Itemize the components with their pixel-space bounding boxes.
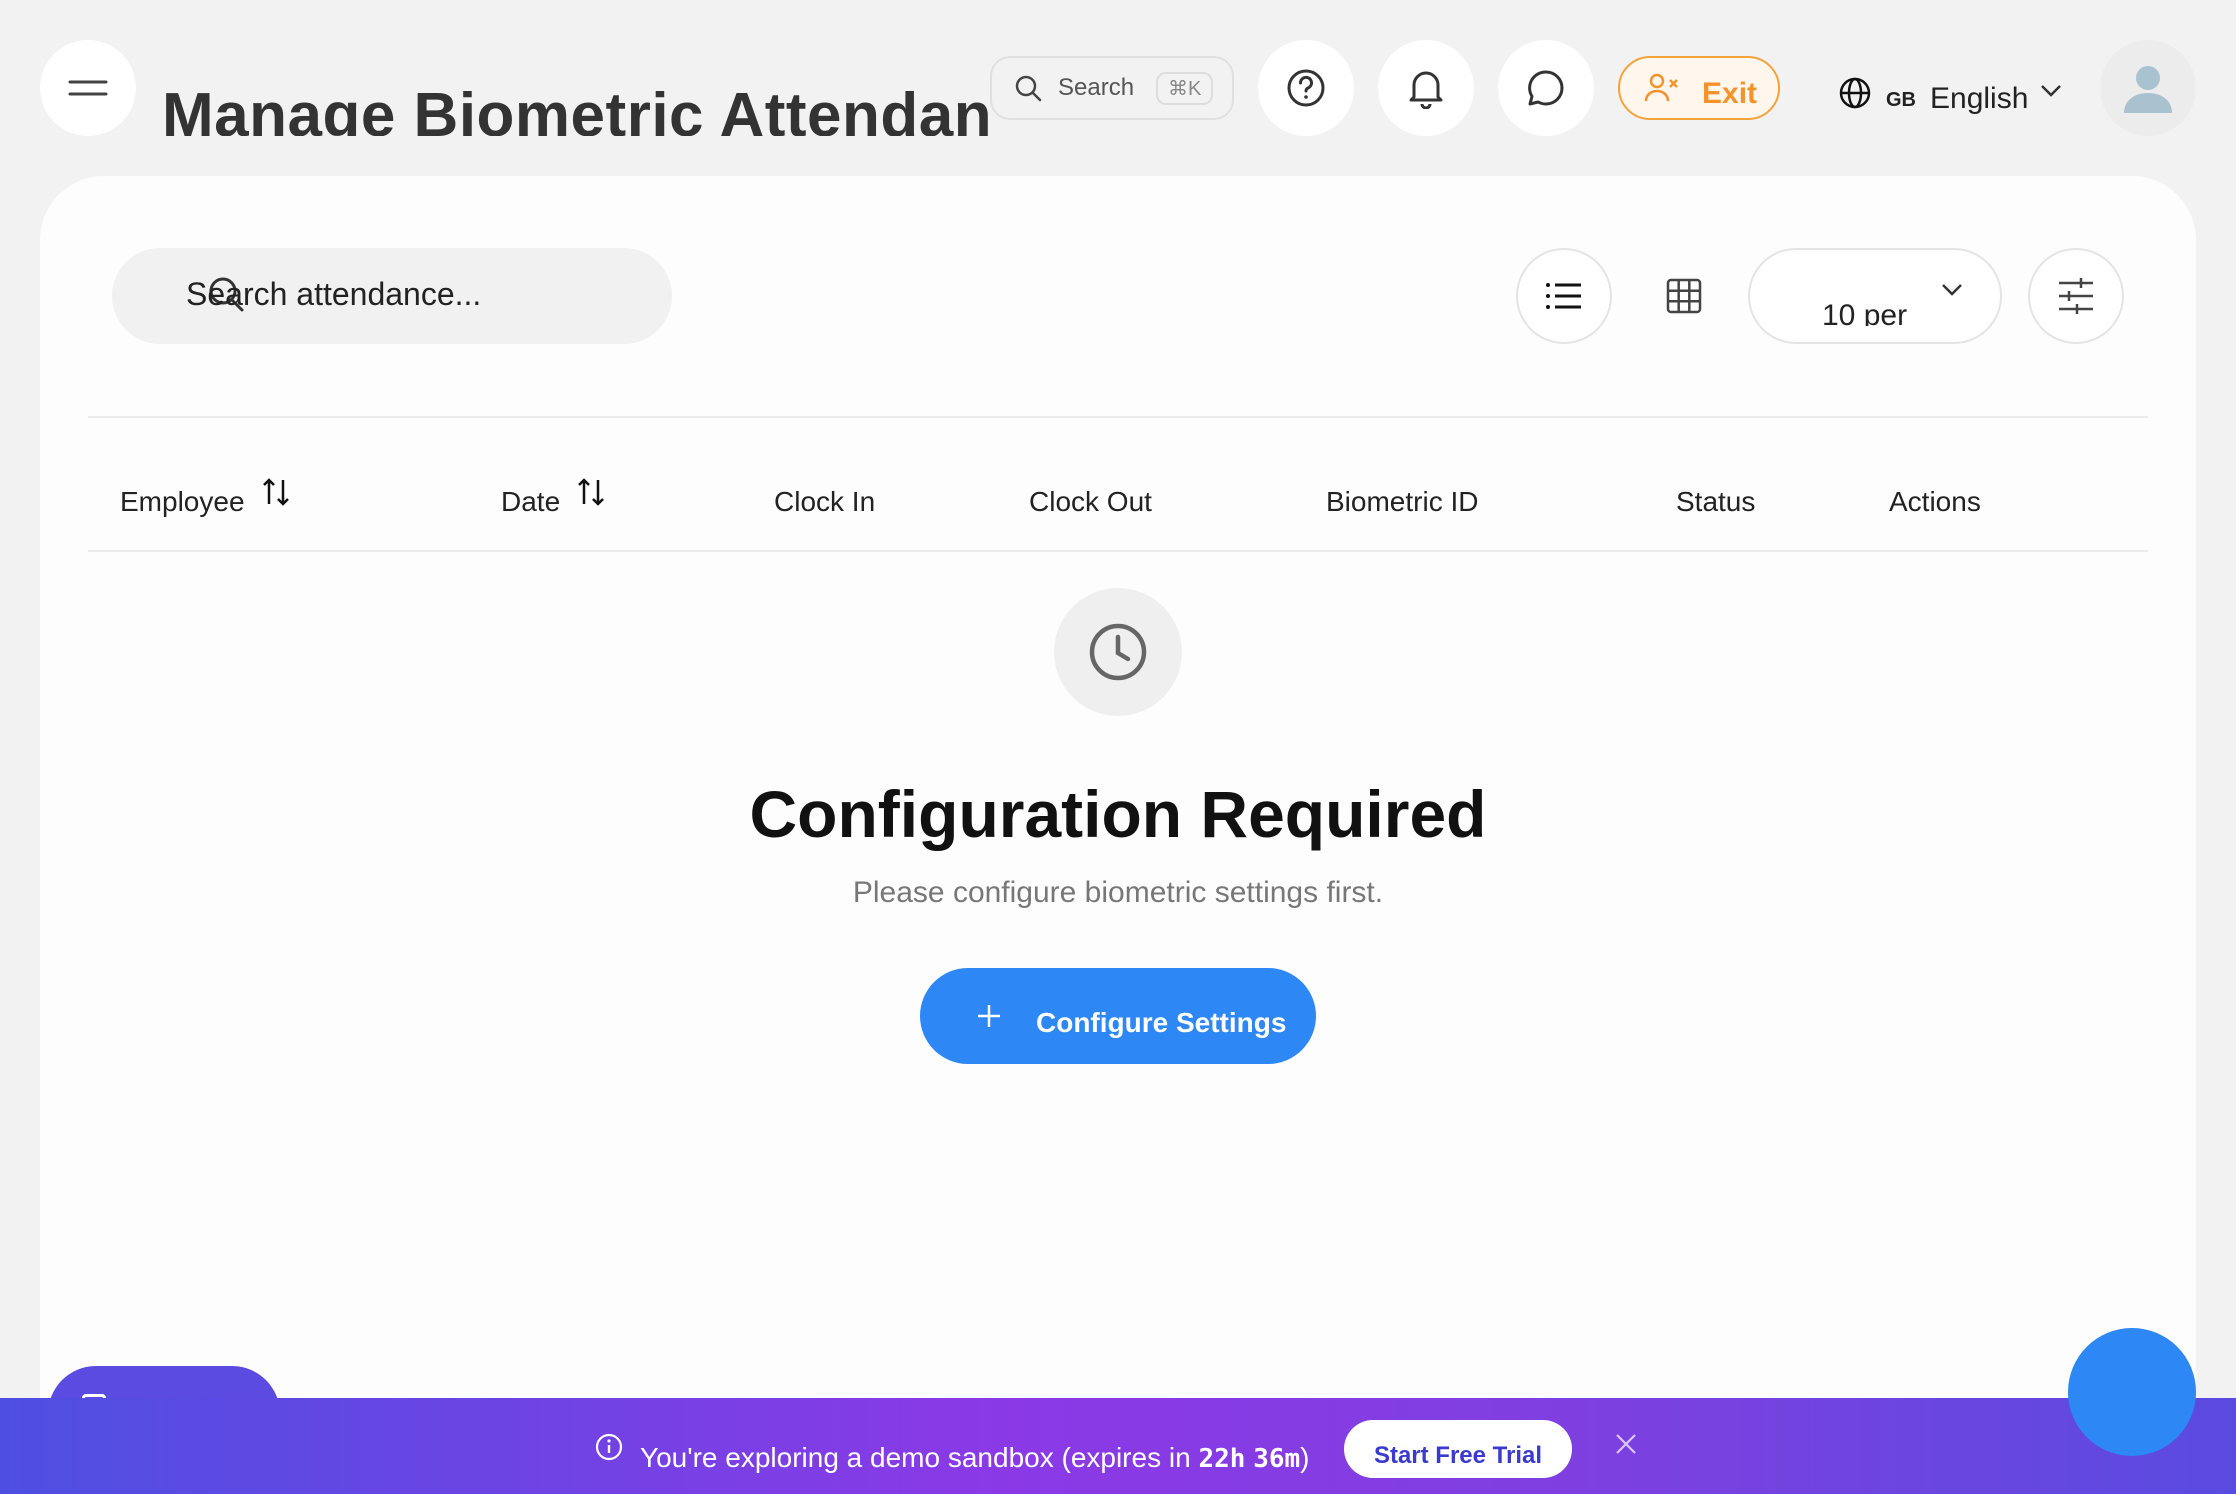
help-button[interactable] [1258,40,1354,136]
search-placeholder: Search attendance... [186,276,482,312]
demo-message-text: You're exploring a demo sandbox (expires… [640,1442,1199,1473]
messages-button[interactable] [1498,40,1594,136]
filter-button[interactable] [2028,248,2124,344]
attendance-search-input[interactable]: Search attendance... [112,248,672,344]
global-search-label: Search [1058,74,1135,101]
configure-settings-button[interactable]: Configure Settings [920,968,1316,1064]
column-header-actions: Actions [1889,486,1981,518]
notifications-button[interactable] [1378,40,1474,136]
column-header-label: Date [501,486,561,517]
grid-view-button[interactable] [1636,248,1732,344]
start-free-trial-button[interactable]: Start Free Trial [1344,1420,1572,1478]
exit-button[interactable]: Exit [1618,56,1780,120]
globe-icon [1839,77,1871,109]
chat-bubble-icon [1528,70,1564,106]
help-icon [1287,69,1325,107]
column-header-label: Employee [120,486,245,517]
column-header-label: Status [1676,486,1756,517]
column-header-employee[interactable]: Employee [120,478,291,518]
demo-message: You're exploring a demo sandbox (expires… [640,1442,1309,1474]
search-icon [1015,75,1042,102]
list-view-button[interactable] [1516,248,1612,344]
column-header-label: Biometric ID [1326,486,1479,517]
user-avatar-icon [2124,66,2172,113]
chevron-down-icon [1942,284,1962,296]
language-name: English [1930,82,2029,115]
empty-state-subtitle: Please configure biometric settings firs… [852,876,1384,909]
shortcut-badge: ⌘K [1156,71,1214,105]
column-header-label: Actions [1889,486,1981,517]
expiry-hours: 22h [1198,1444,1246,1474]
table-divider [88,416,2148,418]
empty-state-title: Configuration Required [749,777,1487,851]
column-header-label: Clock Out [1029,486,1152,517]
list-icon [1546,283,1581,309]
sort-icon [262,478,289,506]
attendance-card: Search attendance... 10 per Employee Dat… [40,176,2196,1494]
exit-label: Exit [1702,77,1758,110]
chevron-down-icon [2041,85,2062,97]
column-header-status: Status [1676,486,1755,518]
grid-icon [1666,278,1702,314]
info-icon [595,1433,623,1461]
bell-icon [1409,71,1443,109]
demo-banner: You're exploring a demo sandbox (expires… [0,1398,2236,1494]
column-header-clock-out: Clock Out [1029,486,1152,518]
per-page-select[interactable]: 10 per [1748,248,2002,344]
language-code: GB [1886,88,1916,111]
menu-button[interactable] [40,40,136,136]
close-icon[interactable] [1614,1432,1638,1456]
page-title: Manage Biometric Attendance [162,81,994,136]
sort-icon [578,478,605,506]
demo-message-end: ) [1300,1442,1310,1473]
configure-settings-label: Configure Settings [1036,1007,1287,1038]
column-header-biometric-id: Biometric ID [1326,486,1478,518]
plus-icon [978,1005,1000,1027]
floating-chat-button[interactable] [2068,1328,2196,1456]
empty-state-icon [1054,588,1182,716]
sliders-icon [2059,278,2093,314]
global-search[interactable]: Search ⌘K [990,56,1234,120]
table-divider [88,550,2148,552]
avatar[interactable] [2100,40,2196,136]
language-selector[interactable]: GB English [1838,70,2062,116]
clock-icon [1089,623,1147,681]
column-header-date[interactable]: Date [501,478,606,518]
hamburger-icon [68,80,108,96]
user-remove-icon [1644,73,1678,102]
column-header-label: Clock In [774,486,876,517]
column-header-clock-in: Clock In [774,486,875,518]
expiry-minutes: 36m [1253,1444,1301,1474]
per-page-value: 10 per [1822,299,1908,326]
